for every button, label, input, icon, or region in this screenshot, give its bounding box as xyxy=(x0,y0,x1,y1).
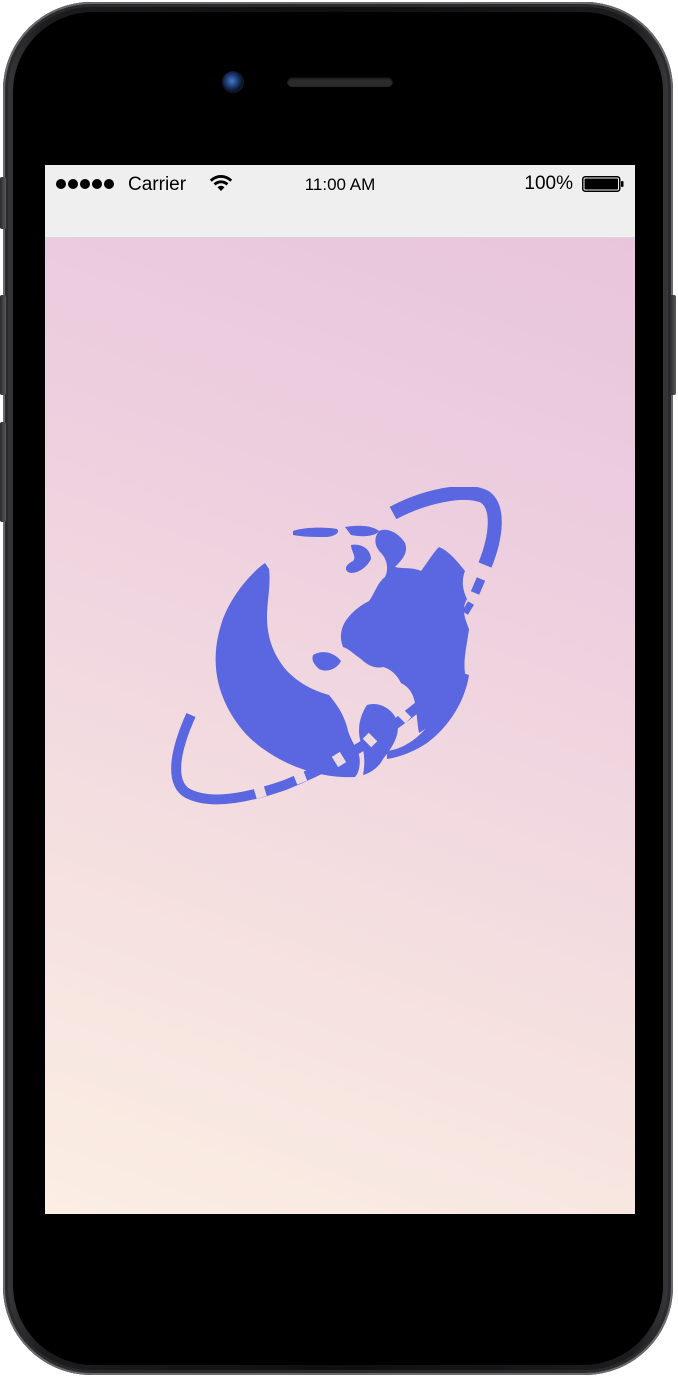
volume-up-button xyxy=(0,295,6,395)
volume-down-button xyxy=(0,422,6,522)
battery-percentage: 100% xyxy=(524,173,573,194)
status-bar: Carrier 11:00 AM 100% xyxy=(45,165,635,238)
globe-with-orbit-icon xyxy=(171,486,502,805)
mute-switch xyxy=(0,177,6,229)
front-camera-icon xyxy=(222,71,244,93)
app-logo xyxy=(165,486,505,807)
battery-icon xyxy=(582,176,624,192)
power-button xyxy=(670,295,676,395)
app-screen: Carrier 11:00 AM 100% xyxy=(45,165,635,1214)
earpiece-speaker xyxy=(287,77,393,87)
